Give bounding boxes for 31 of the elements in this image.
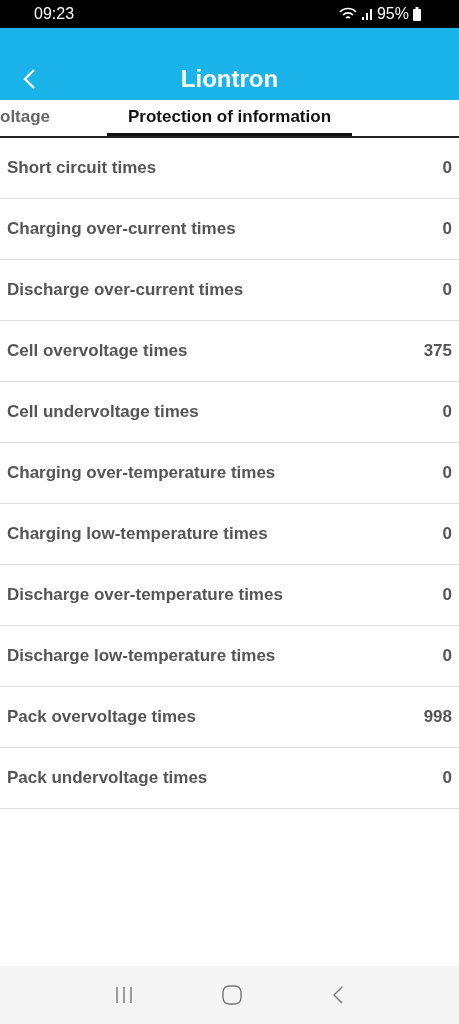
row-label: Pack overvoltage times (7, 707, 196, 727)
three-bars-icon (114, 985, 135, 1005)
row-value: 0 (442, 768, 452, 788)
row-value: 0 (442, 219, 452, 239)
row-value: 0 (442, 524, 452, 544)
row-label: Discharge low-temperature times (7, 646, 276, 666)
chevron-left-icon (22, 68, 36, 90)
row-value: 998 (423, 707, 452, 727)
row-label: Discharge over-temperature times (7, 585, 283, 605)
app-title: Liontron (180, 65, 279, 94)
row-value: 0 (442, 402, 452, 422)
row-value: 0 (442, 463, 452, 483)
row-label: Charging over-temperature times (7, 463, 276, 483)
row-value: 0 (442, 158, 452, 178)
row-value: 0 (442, 646, 452, 666)
rounded-square-icon (222, 985, 243, 1005)
row-label: Discharge over-current times (7, 280, 244, 300)
row-label: Charging low-temperature times (7, 524, 268, 544)
signal-icon (360, 7, 373, 21)
row-value: 0 (442, 585, 452, 605)
battery-icon (413, 7, 421, 21)
battery-percent: 95% (376, 5, 409, 23)
row-label: Pack undervoltage times (7, 768, 208, 788)
row-label: Short circuit times (7, 158, 157, 178)
row-label: Cell undervoltage times (7, 402, 199, 422)
status-time: 09:23 (34, 5, 75, 23)
row-value: 0 (442, 280, 452, 300)
row-value: 375 (423, 341, 452, 361)
row-label: Cell overvoltage times (7, 341, 188, 361)
row-label: Charging over-current times (7, 219, 236, 239)
wifi-icon (338, 7, 357, 21)
